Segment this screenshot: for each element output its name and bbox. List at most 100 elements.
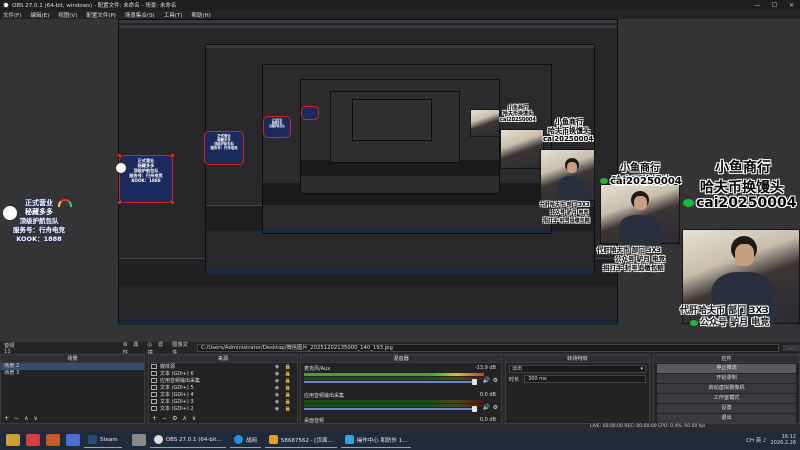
channel-db: 0.0 dB — [479, 417, 496, 423]
visibility-lock-icons[interactable]: ◉ 🔒 — [275, 371, 293, 377]
source-item[interactable]: 应用音频输出采集 ◉ 🔒 — [149, 377, 297, 384]
visibility-lock-icons[interactable]: ◉ 🔒 — [275, 399, 293, 405]
overlay-brand-line2: 哈夫币换馒头 — [700, 180, 784, 196]
camera-feed-medium — [600, 184, 680, 245]
add-scene-button[interactable]: + — [4, 415, 9, 422]
transition-select[interactable]: 淡出 ▾ — [509, 365, 646, 373]
sources-footer: + − ⚙ ∧ ∨ — [149, 414, 297, 423]
visibility-lock-icons[interactable]: ◉ 🔒 — [275, 392, 293, 398]
settings-button[interactable]: 设置 — [657, 404, 796, 413]
move-scene-up-button[interactable]: ∧ — [24, 415, 28, 422]
scene-item[interactable]: 场景 2 — [1, 363, 144, 370]
audio-capture-icon — [151, 378, 157, 383]
game-icon[interactable] — [26, 434, 40, 446]
close-button[interactable]: ✕ — [783, 2, 800, 9]
app-icon[interactable] — [131, 434, 146, 446]
mixer-channel: 应用音频输出采集 0.0 dB 🔊 ⚙ — [304, 392, 498, 412]
mixer-dock: 混音器 麦克风/Aux -13.9 dB 🔊 ⚙ 应用音频输出采集 0.0 dB… — [300, 354, 502, 424]
badge-avatar-icon — [2, 205, 18, 221]
promo-badge-selected[interactable]: 正式营业 秘藏多多 顶级护航包队 服务号：行舟电竞 KOOK：1888 — [115, 154, 174, 204]
volume-slider[interactable] — [304, 408, 476, 410]
channel-settings-icon[interactable]: ⚙ — [493, 377, 498, 384]
move-scene-down-button[interactable]: ∨ — [33, 415, 37, 422]
app-icon[interactable] — [66, 434, 80, 446]
promo-badge-small-1: 正式营业 秘藏多多 顶级护航包队 服务号：行舟电竞 — [204, 131, 244, 165]
overlay2-promo-line3: 招打手 封号追缴包赔 — [603, 264, 664, 272]
maximize-button[interactable]: ☐ — [766, 2, 783, 9]
move-source-up-button[interactable]: ∧ — [182, 415, 186, 422]
taskbar-app-obs[interactable]: OBS 27.0.1 (64-bit... — [149, 432, 226, 448]
source-item[interactable]: 文本 (GDI+) 3 ◉ 🔒 — [149, 398, 297, 405]
taskbar-app-browser[interactable]: 58687562 - [页面... — [264, 432, 337, 448]
mixer-channel: 桌面音频 0.0 dB — [304, 417, 498, 425]
promo-badge-large: 正式营业 秘藏多多 顶级护航包队 服务号：行舟电竞 KOOK：1888 — [2, 197, 72, 257]
title-bar: OBS 27.0.1 (64-bit, windows) - 配置文件: 未命名… — [0, 0, 800, 10]
channel-settings-icon[interactable]: ⚙ — [493, 404, 498, 411]
taskbar-app-steam[interactable]: Steam — [84, 432, 122, 448]
start-icon[interactable] — [6, 434, 20, 446]
source-item[interactable]: 文本 (GDI+) 5 ◉ 🔒 — [149, 384, 297, 391]
source-item[interactable]: 文本 (GDI+) 2 ◉ 🔒 — [149, 405, 297, 412]
source-item[interactable]: 文本 (GDI+) 4 ◉ 🔒 — [149, 391, 297, 398]
volume-knob[interactable] — [472, 379, 477, 385]
controls-header: 控件 — [654, 355, 799, 363]
image-path-field[interactable]: C:/Users/Administrator/Desktop/微信图片_2025… — [197, 343, 779, 352]
menu-tools[interactable]: 工具(T) — [164, 11, 183, 19]
resize-handle[interactable] — [118, 154, 121, 157]
move-source-down-button[interactable]: ∨ — [192, 415, 196, 422]
text-source-icon — [151, 399, 157, 404]
scenes-footer: + − ∧ ∨ — [1, 414, 144, 423]
wechat-icon — [600, 178, 608, 184]
source-item[interactable]: 文本 (GDI+) 6 ◉ 🔒 — [149, 370, 297, 377]
mute-icon[interactable]: 🔊 — [483, 377, 490, 384]
volume-knob[interactable] — [472, 406, 477, 412]
tray-indicators[interactable]: CH 英 ♪ — [746, 436, 766, 444]
duration-field[interactable]: 300 ms — [524, 375, 646, 383]
taskbar-app-battlenet[interactable]: 战网 — [229, 432, 261, 448]
menu-file[interactable]: 文件(F) — [3, 11, 21, 19]
studio-mode-button[interactable]: 工作室模式 — [657, 394, 796, 403]
exit-button[interactable]: 退出 — [657, 414, 796, 423]
taskbar-app-action-center[interactable]: 操作中心 和防外 1... — [340, 432, 412, 448]
promo-badge-small-2: 正式营业 秘藏多多 顶级护航包队 — [263, 116, 291, 138]
scene-item[interactable]: 场景 3 — [1, 370, 144, 377]
stop-streaming-button[interactable]: 停止推流 — [657, 364, 796, 373]
source-settings-icon[interactable]: ⚙ — [172, 415, 177, 422]
overlay3-promo-line2: 公众号 驴月 电竞 — [550, 210, 589, 216]
visibility-lock-icons[interactable]: ◉ 🔒 — [275, 406, 293, 412]
channel-name: 桌面音频 — [304, 418, 325, 424]
steam-icon — [88, 435, 97, 444]
resize-handle[interactable] — [118, 201, 121, 204]
obs-icon — [153, 435, 163, 444]
start-recording-button[interactable]: 开始录制 — [657, 374, 796, 383]
menu-scene-collection[interactable]: 场景集合(S) — [125, 11, 155, 19]
resize-handle[interactable] — [171, 154, 174, 157]
browse-button[interactable]: ... — [782, 344, 800, 351]
camera-feed-small-3 — [470, 109, 500, 137]
visibility-lock-icons[interactable]: ◉ 🔒 — [275, 385, 293, 391]
clock[interactable]: 16:12 2026.2.26 — [771, 434, 796, 446]
browser-icon — [268, 435, 278, 444]
sources-dock: 来源 媒体源 ◉ 🔒 文本 (GDI+) 6 ◉ 🔒 应用音频输出采集 ◉ 🔒 文本 … — [148, 354, 298, 424]
transitions-dock: 转场特效 淡出 ▾ 时长 300 ms — [505, 354, 650, 424]
resize-handle[interactable] — [171, 201, 174, 204]
menu-view[interactable]: 视图(V) — [58, 11, 77, 19]
preview-canvas[interactable]: 小鱼商行 哈夫币换馒头 cai20250004 代肝哈夫币 部门 3X3 公众号… — [0, 19, 800, 342]
remove-scene-button[interactable]: − — [14, 415, 19, 422]
visibility-lock-icons[interactable]: ◉ 🔒 — [275, 364, 293, 370]
camera-feed-small-1 — [540, 149, 595, 202]
app-icon[interactable] — [46, 434, 60, 446]
start-virtual-camera-button[interactable]: 启动虚拟摄像机 — [657, 384, 796, 393]
menu-edit[interactable]: 编辑(E) — [30, 11, 49, 19]
text-source-icon — [151, 406, 157, 411]
add-source-button[interactable]: + — [152, 415, 157, 422]
menu-help[interactable]: 帮助(H) — [191, 11, 210, 19]
source-item[interactable]: 媒体源 ◉ 🔒 — [149, 363, 297, 370]
minimize-button[interactable]: — — [749, 2, 766, 9]
mute-icon[interactable]: 🔊 — [483, 404, 490, 411]
visibility-lock-icons[interactable]: ◉ 🔒 — [275, 378, 293, 384]
menu-profile[interactable]: 配置文件(P) — [86, 11, 116, 19]
remove-source-button[interactable]: − — [162, 415, 167, 422]
volume-slider[interactable] — [304, 381, 476, 383]
menu-bar: 文件(F) 编辑(E) 视图(V) 配置文件(P) 场景集合(S) 工具(T) … — [0, 10, 800, 19]
